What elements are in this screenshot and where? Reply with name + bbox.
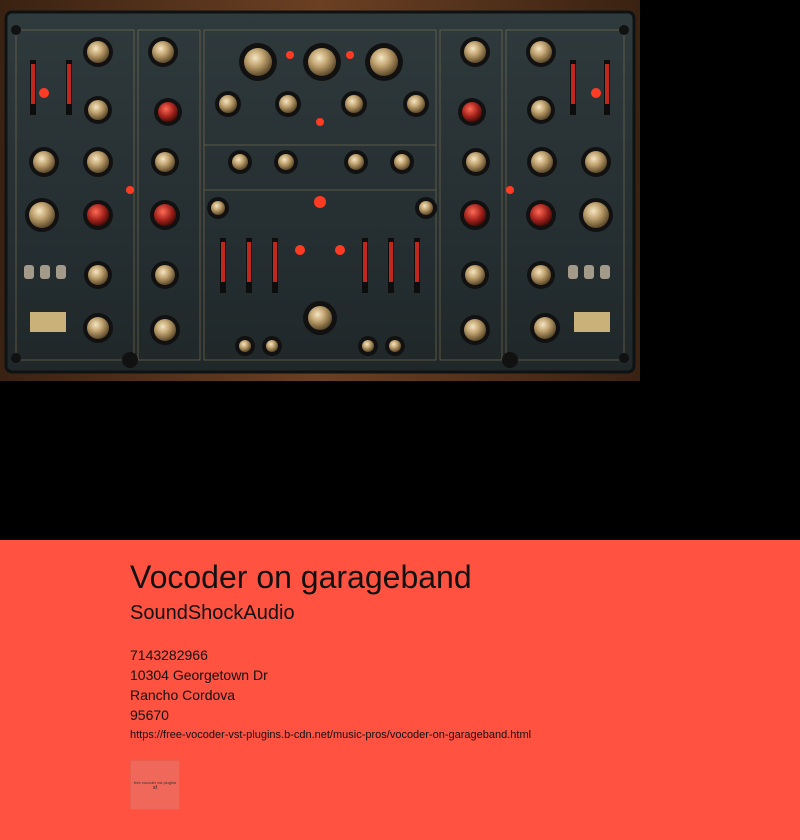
thumbnail-image[interactable]: free vocoder vst plugins sf (130, 760, 180, 810)
city: Rancho Cordova (130, 687, 236, 703)
zip-code: 95670 (130, 707, 169, 723)
source-url-link[interactable]: https://free-vocoder-vst-plugins.b-cdn.n… (130, 729, 531, 741)
synthesizer-hero-image (0, 0, 640, 381)
thumbnail-mark: sf (153, 784, 157, 791)
hero-section (0, 0, 800, 540)
phone-number: 7143282966 (130, 647, 208, 663)
listing-panel: Vocoder on garageband SoundShockAudio 71… (0, 540, 800, 840)
business-name: SoundShockAudio (130, 602, 295, 624)
page-title: Vocoder on garageband (130, 559, 472, 595)
street-address: 10304 Georgetown Dr (130, 667, 268, 683)
